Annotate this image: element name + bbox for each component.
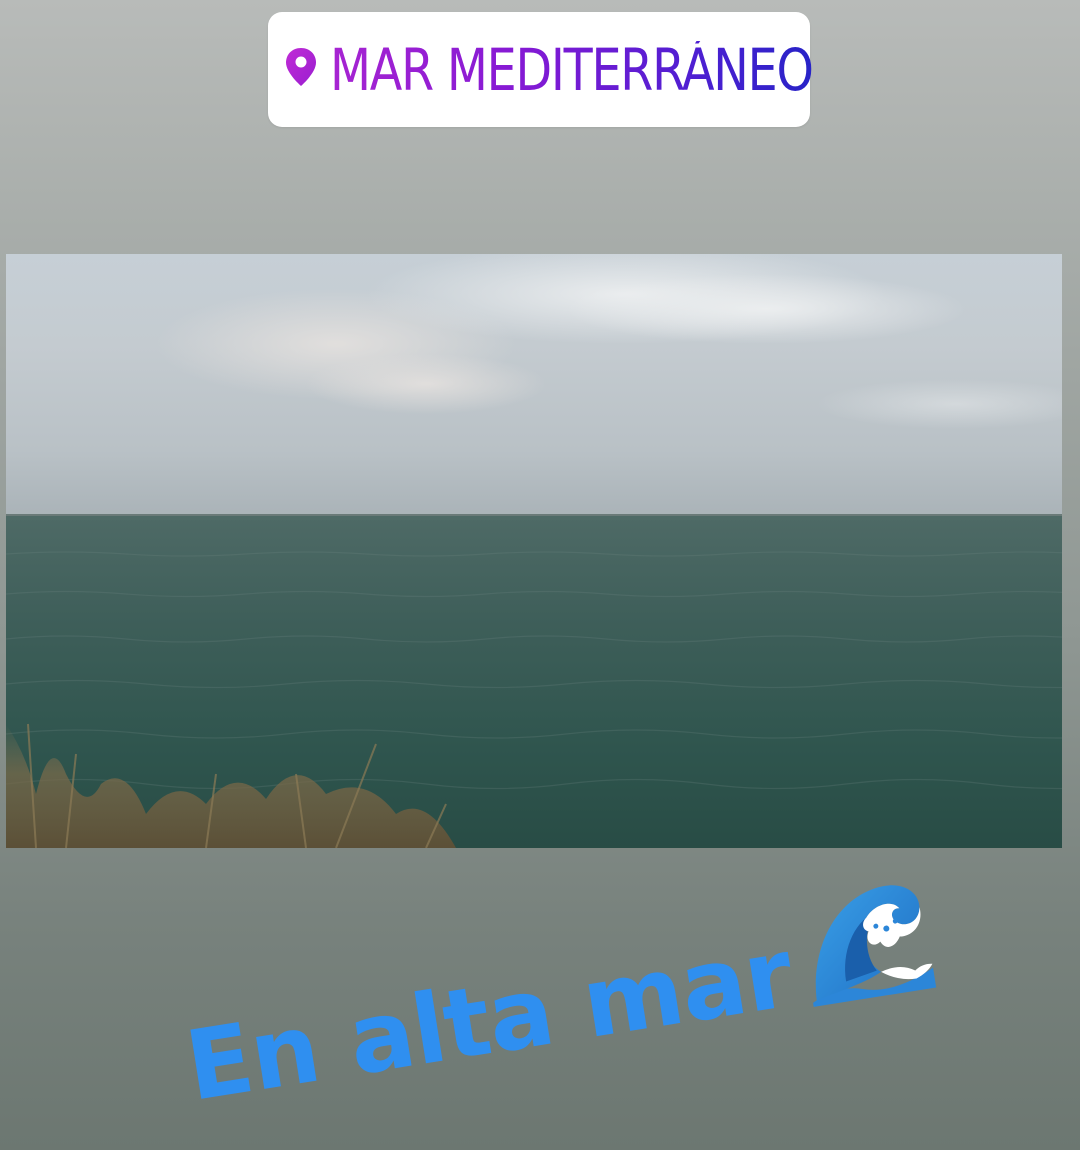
location-label: MAR MEDITERRÁNEO bbox=[330, 35, 814, 104]
caption-sticker[interactable]: En alta mar bbox=[170, 844, 937, 1123]
caption-text: En alta mar bbox=[178, 916, 800, 1123]
sea-horizon-photo bbox=[6, 254, 1062, 848]
location-sticker[interactable]: MAR MEDITERRÁNEO bbox=[268, 12, 814, 127]
location-pin-icon bbox=[286, 47, 316, 86]
water-wave-icon bbox=[813, 885, 937, 1007]
